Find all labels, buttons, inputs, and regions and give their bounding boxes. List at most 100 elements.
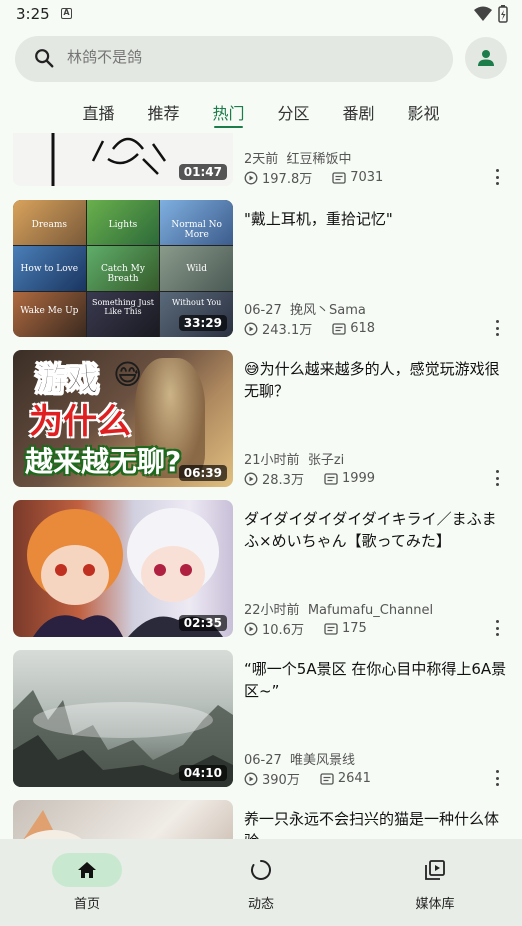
status-icons (474, 5, 508, 23)
bottom-navigation: 首页 动态 媒体库 (0, 839, 522, 926)
cat-thumbnail-art (23, 810, 82, 839)
video-author[interactable]: 张子zi (308, 453, 344, 468)
video-title[interactable]: 😅为什么越来越多的人，感觉玩游戏很无聊？ (244, 358, 510, 402)
video-item[interactable]: 02:35 ダイダイダイダイダイキライ／まふまふ×めいちゃん【歌ってみた】 22… (0, 500, 522, 638)
video-stats: 243.1万 618 (244, 319, 375, 338)
danmaku-icon (320, 772, 334, 785)
video-thumbnail[interactable]: 游戏 😅 为什么 越来越无聊? 06:39 (13, 350, 233, 487)
danmaku-icon (332, 322, 346, 335)
search-row (15, 36, 507, 82)
notification-icon: A (61, 8, 72, 19)
search-input[interactable] (67, 48, 427, 66)
video-duration: 02:35 (178, 615, 227, 631)
status-time: 3:25 (16, 5, 50, 23)
video-duration: 01:47 (178, 164, 227, 180)
video-author[interactable]: 挽风丶Sama (290, 303, 366, 318)
video-time: 2天前 (244, 152, 279, 167)
view-count: 243.1万 (262, 323, 313, 338)
video-duration: 33:29 (178, 315, 227, 331)
video-meta: 22小时前 Mafumafu_Channel (244, 599, 433, 618)
video-title[interactable]: 养一只永远不会扫兴的猫是一种什么体验... (244, 808, 510, 839)
nav-library-pill (400, 853, 470, 887)
video-stats: 197.8万 7031 (244, 168, 383, 187)
more-options-icon[interactable] (494, 320, 500, 336)
video-item[interactable]: Dreams Lights Normal No More How to Love… (0, 200, 522, 338)
music-tile: Something Just Like This (86, 292, 160, 337)
video-time: 21小时前 (244, 453, 300, 468)
nav-dynamic[interactable]: 动态 (201, 853, 321, 912)
more-options-icon[interactable] (494, 770, 500, 786)
danmaku-icon (332, 171, 346, 184)
search-bar[interactable] (15, 36, 453, 82)
danmaku-icon (324, 622, 338, 635)
nav-label: 首页 (73, 897, 100, 912)
video-duration: 04:10 (178, 765, 227, 781)
nav-label: 动态 (247, 897, 274, 912)
play-count-icon (244, 322, 258, 335)
library-icon (425, 860, 445, 880)
music-tile: Lights (86, 200, 160, 245)
video-author[interactable]: 唯美风景线 (290, 753, 355, 768)
video-item[interactable]: 04:10 “哪一个5A景区 在你心目中称得上6A景区~” 06-27 唯美风景… (0, 650, 522, 788)
danmaku-icon (324, 472, 338, 485)
video-thumbnail[interactable]: Dreams Lights Normal No More How to Love… (13, 200, 233, 337)
music-tile: Catch My Breath (86, 246, 160, 291)
video-time: 06-27 (244, 753, 282, 768)
view-count: 390万 (262, 773, 300, 788)
video-stats: 10.6万 175 (244, 619, 367, 638)
account-button[interactable] (465, 37, 507, 79)
video-thumbnail[interactable] (13, 800, 233, 839)
play-count-icon (244, 622, 258, 635)
view-count: 28.3万 (262, 473, 304, 488)
video-time: 22小时前 (244, 603, 300, 618)
nav-home[interactable]: 首页 (27, 853, 147, 912)
battery-icon (498, 5, 508, 23)
sweat-emoji: 😅 (113, 358, 143, 391)
dynamic-icon (251, 860, 271, 880)
video-title[interactable]: “哪一个5A景区 在你心目中称得上6A景区~” (244, 658, 510, 702)
status-bar: 3:25 A (0, 0, 522, 28)
tab-anime[interactable]: 番剧 (326, 96, 391, 132)
nav-home-pill (52, 853, 122, 887)
danmaku-count: 2641 (337, 771, 371, 786)
video-item[interactable]: 养一只永远不会扫兴的猫是一种什么体验... (0, 800, 522, 839)
video-item[interactable]: 游戏 😅 为什么 越来越无聊? 06:39 😅为什么越来越多的人，感觉玩游戏很无… (0, 350, 522, 488)
video-title[interactable]: "戴上耳机，重拾记忆" (244, 208, 510, 230)
more-options-icon[interactable] (494, 620, 500, 636)
video-author[interactable]: 红豆稀饭中 (287, 152, 352, 167)
danmaku-count: 618 (350, 321, 376, 336)
more-options-icon[interactable] (494, 470, 500, 486)
video-item[interactable]: 01:47 2天前 红豆稀饭中 197.8万 7031 (0, 133, 522, 187)
play-count-icon (244, 772, 258, 785)
play-count-icon (244, 472, 258, 485)
video-thumbnail[interactable]: 02:35 (13, 500, 233, 637)
tab-recommend[interactable]: 推荐 (131, 96, 196, 132)
video-thumbnail[interactable]: 04:10 (13, 650, 233, 787)
person-icon (478, 50, 494, 66)
nav-library[interactable]: 媒体库 (375, 853, 495, 912)
view-count: 10.6万 (262, 623, 304, 638)
tab-hot[interactable]: 热门 (196, 96, 261, 132)
video-stats: 390万 2641 (244, 769, 371, 788)
tab-live[interactable]: 直播 (66, 96, 131, 132)
danmaku-count: 1999 (341, 471, 376, 486)
tab-categories[interactable]: 分区 (261, 96, 326, 132)
video-author[interactable]: Mafumafu_Channel (308, 603, 433, 618)
music-tile: Wake Me Up (13, 292, 86, 337)
video-meta: 2天前 红豆稀饭中 (244, 148, 352, 167)
video-meta: 21小时前 张子zi (244, 449, 344, 468)
category-tabs: 直播 推荐 热门 分区 番剧 影视 (0, 96, 522, 132)
video-title[interactable]: ダイダイダイダイダイキライ／まふまふ×めいちゃん【歌ってみた】 (244, 508, 510, 552)
video-stats: 28.3万 1999 (244, 469, 375, 488)
video-time: 06-27 (244, 303, 282, 318)
more-options-icon[interactable] (494, 169, 500, 185)
video-feed[interactable]: 01:47 2天前 红豆稀饭中 197.8万 7031 Dreams Light… (0, 133, 522, 839)
tab-movies[interactable]: 影视 (391, 96, 456, 132)
video-meta: 06-27 唯美风景线 (244, 749, 355, 768)
video-thumbnail[interactable]: 01:47 (13, 133, 233, 186)
video-duration: 06:39 (178, 465, 227, 481)
danmaku-count: 175 (341, 621, 367, 636)
wifi-icon (474, 6, 492, 21)
home-icon (78, 862, 96, 878)
music-tile: Dreams (13, 200, 86, 245)
